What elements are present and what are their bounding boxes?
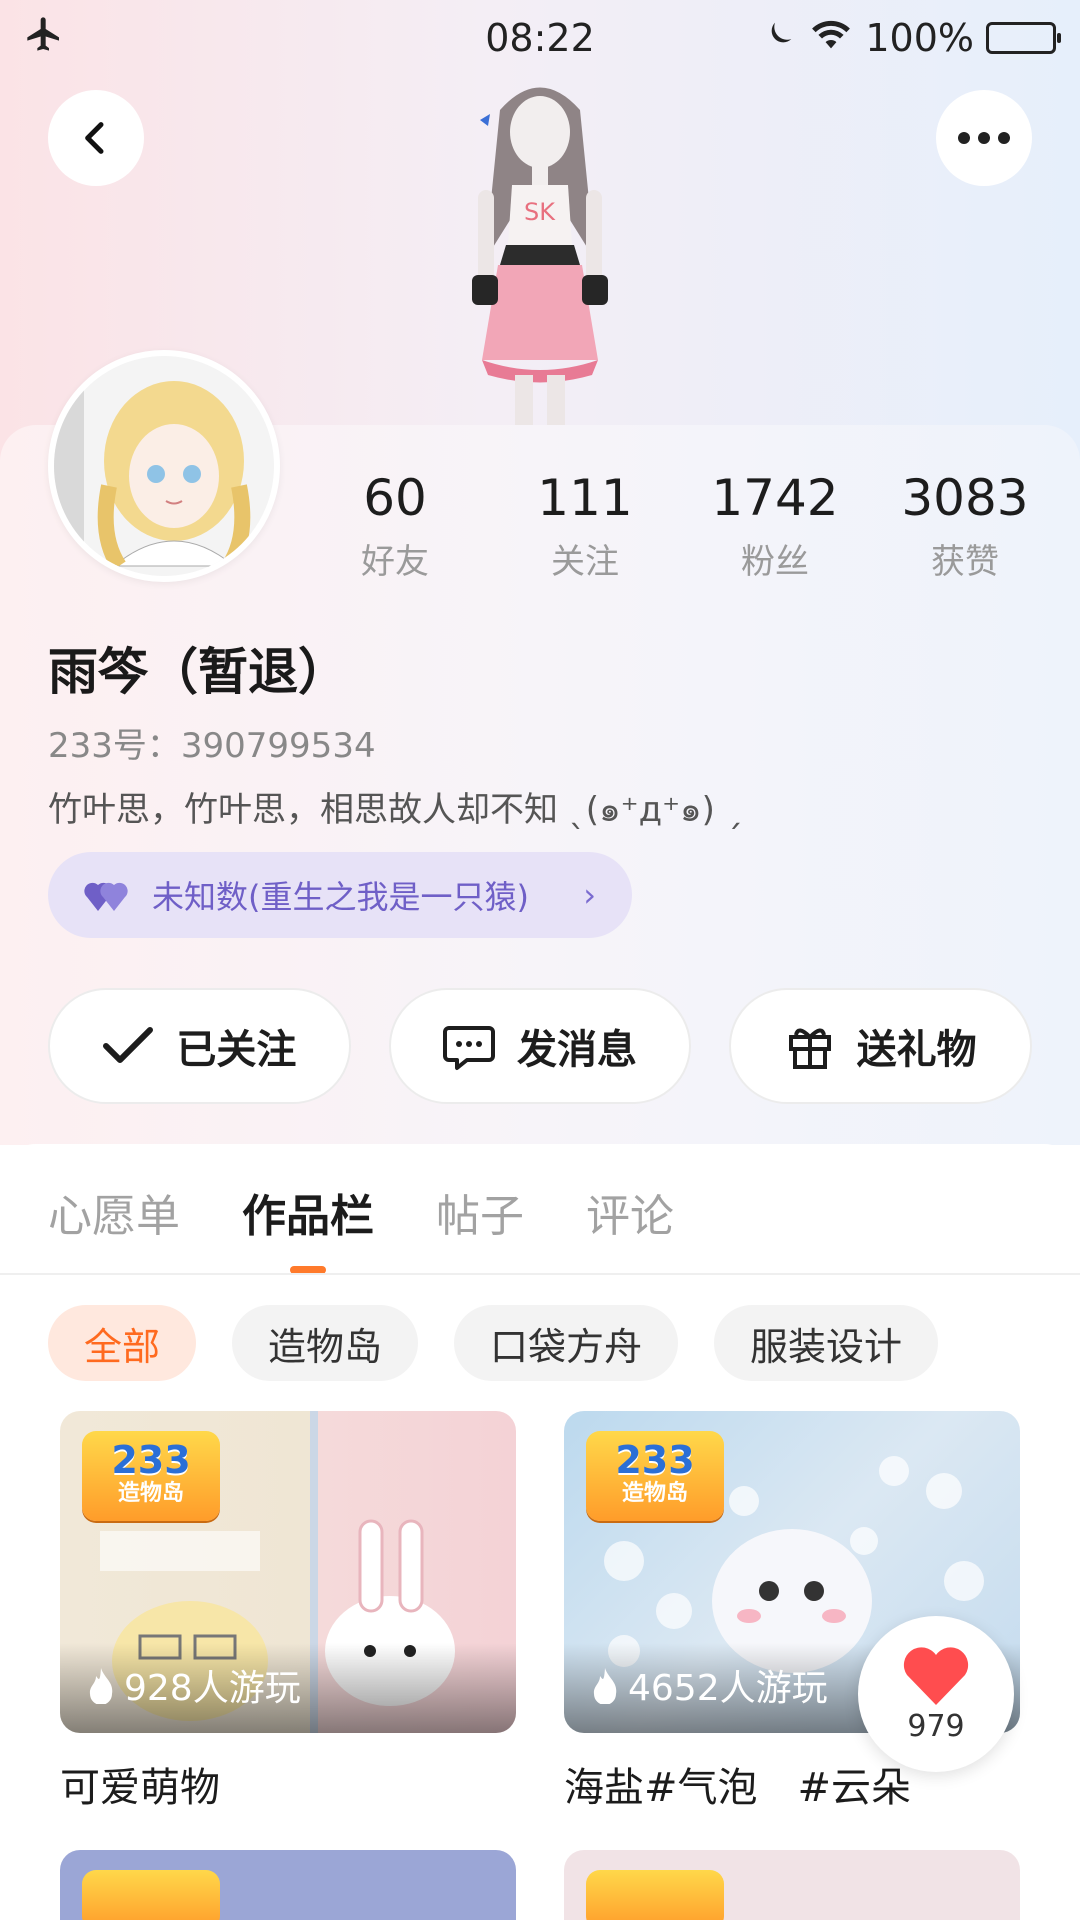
gift-icon	[788, 1028, 831, 1069]
following-button[interactable]: 已关注	[48, 988, 351, 1104]
send-message-label: 发消息	[517, 1027, 637, 1073]
send-gift-label: 送礼物	[856, 1027, 977, 1073]
work-card-partial[interactable]	[60, 1850, 516, 1920]
logo-number: 233	[615, 1438, 695, 1482]
stat-label: 粉丝	[741, 542, 809, 582]
stat-following[interactable]: 111 关注	[490, 468, 680, 588]
game-logo: 233 造物岛	[586, 1431, 724, 1521]
play-count-text: 928人游玩	[124, 1668, 301, 1709]
work-card[interactable]: 233 造物岛 928人游玩 可爱萌物	[60, 1411, 516, 1813]
more-options-button[interactable]	[936, 90, 1032, 186]
following-label: 已关注	[176, 1027, 297, 1073]
tab-label: 帖子	[436, 1191, 524, 1242]
logo-number: 233	[111, 1438, 191, 1482]
stat-label: 关注	[551, 542, 619, 582]
work-card-partial[interactable]	[564, 1850, 1020, 1920]
stat-followers[interactable]: 1742 粉丝	[680, 468, 870, 588]
relationship-label: 未知数(重生之我是一只猿)	[152, 878, 529, 916]
profile-name: 雨笒（暂退）	[48, 643, 348, 701]
stat-label: 获赞	[931, 542, 999, 582]
tab-label: 心愿单	[48, 1191, 180, 1242]
back-button[interactable]	[48, 90, 144, 186]
flame-icon	[89, 1668, 113, 1704]
tab-label: 作品栏	[242, 1191, 374, 1242]
profile-tabs: 心愿单 作品栏 帖子 评论	[48, 1180, 674, 1274]
battery-icon	[986, 22, 1061, 54]
airplane-mode-icon	[24, 14, 64, 63]
do-not-disturb-icon	[763, 16, 797, 60]
double-heart-icon	[84, 882, 128, 911]
status-bar: 08:22 100%	[0, 0, 1080, 76]
work-title[interactable]: 可爱萌物	[60, 1755, 516, 1813]
play-count: 4652人游玩	[590, 1659, 828, 1711]
stat-value: 3083	[901, 469, 1029, 527]
avatar[interactable]	[48, 350, 280, 582]
profile-bio: 竹叶思，竹叶思，相思故人却不知 ˎ(๑⁺д⁺๑) ˏ	[48, 790, 743, 830]
avatar-3d-character: SK	[420, 70, 660, 430]
play-count: 928人游玩	[86, 1659, 301, 1711]
filter-chip-fashion-design[interactable]: 服装设计	[714, 1305, 939, 1381]
flame-icon	[593, 1668, 617, 1704]
tab-works[interactable]: 作品栏	[242, 1180, 374, 1274]
filter-chip-creation-island[interactable]: 造物岛	[232, 1305, 419, 1381]
heart-icon	[903, 1646, 969, 1705]
tab-comments[interactable]: 评论	[586, 1180, 674, 1260]
stat-likes[interactable]: 3083 获赞	[870, 468, 1060, 588]
stat-friends[interactable]: 60 好友	[300, 468, 490, 588]
stat-value: 60	[363, 469, 427, 527]
check-icon	[103, 1027, 154, 1063]
send-gift-button[interactable]: 送礼物	[729, 988, 1033, 1104]
work-thumbnail[interactable]: 233 造物岛 928人游玩	[60, 1411, 516, 1733]
wifi-icon	[809, 16, 853, 61]
tab-label: 评论	[586, 1191, 674, 1242]
profile-uid: 233号：390799534	[48, 726, 376, 766]
logo-text: 造物岛	[117, 1481, 184, 1506]
like-count: 979	[907, 1708, 965, 1744]
profile-actions: 已关注 发消息 送礼物	[48, 988, 1033, 1104]
stat-value: 111	[537, 469, 633, 527]
game-logo: 233 造物岛	[82, 1431, 220, 1521]
battery-percent: 100%	[865, 16, 974, 60]
filter-chip-pocket-ark[interactable]: 口袋方舟	[454, 1305, 679, 1381]
tab-wishlist[interactable]: 心愿单	[48, 1180, 180, 1260]
game-logo	[586, 1870, 724, 1920]
stat-label: 好友	[361, 542, 429, 582]
like-floating-button[interactable]: 979	[858, 1616, 1014, 1772]
tab-posts[interactable]: 帖子	[436, 1180, 524, 1260]
play-count-text: 4652人游玩	[628, 1668, 828, 1709]
svg-text:SK: SK	[524, 198, 556, 226]
chevron-right-icon: ›	[583, 876, 596, 914]
profile-stats: 60 好友 111 关注 1742 粉丝 3083 获赞	[300, 468, 1060, 588]
relationship-badge[interactable]: 未知数(重生之我是一只猿) ›	[48, 852, 632, 938]
work-filters: 全部 造物岛 口袋方舟 服装设计	[48, 1305, 939, 1381]
logo-text: 造物岛	[621, 1481, 688, 1506]
tabs-divider	[0, 1273, 1080, 1275]
game-logo	[82, 1870, 220, 1920]
send-message-button[interactable]: 发消息	[388, 988, 692, 1104]
chevron-left-icon	[85, 122, 104, 154]
stat-value: 1742	[711, 469, 839, 527]
more-dots-icon	[958, 132, 1010, 144]
filter-chip-all[interactable]: 全部	[48, 1305, 197, 1381]
chat-bubble-icon	[443, 1026, 495, 1070]
